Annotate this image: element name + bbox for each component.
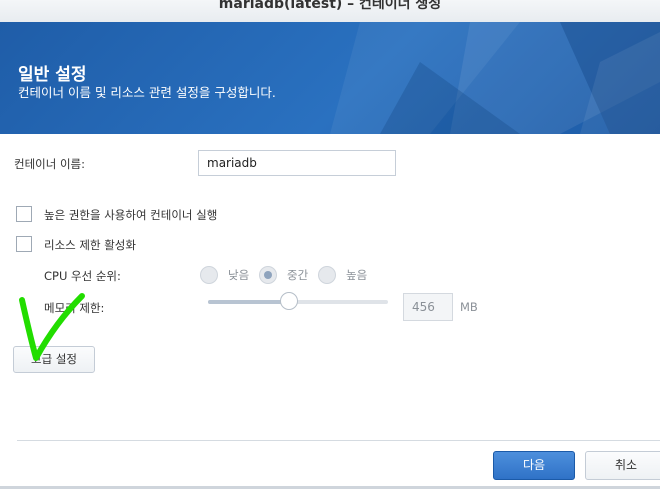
next-button[interactable]: 다음	[493, 451, 575, 480]
footer-divider	[17, 440, 660, 441]
privileged-label: 높은 권한을 사용하여 컨테이너 실행	[44, 208, 218, 222]
memory-slider-thumb[interactable]	[280, 292, 298, 310]
resource-limit-label: 리소스 제한 활성화	[44, 238, 136, 252]
cpu-medium-label: 중간	[287, 268, 309, 282]
cancel-button[interactable]: 취소	[585, 451, 660, 480]
privileged-checkbox[interactable]	[16, 206, 32, 222]
memory-unit-label: MB	[460, 300, 478, 314]
memory-value-input[interactable]: 456	[403, 293, 453, 321]
window-titlebar: mariadb(latest) – 컨테이너 생성	[0, 0, 660, 23]
memory-slider-track[interactable]	[208, 300, 388, 304]
cpu-low-label: 낮음	[228, 268, 250, 282]
memory-limit-label: 메모리 제한:	[44, 301, 105, 315]
window-title: mariadb(latest) – 컨테이너 생성	[218, 0, 442, 12]
banner-pattern	[330, 22, 660, 134]
cpu-low-radio[interactable]	[200, 266, 218, 284]
memory-slider-fill	[208, 300, 289, 304]
cpu-priority-label: CPU 우선 순위:	[44, 269, 121, 283]
cpu-high-radio[interactable]	[318, 266, 336, 284]
cpu-medium-radio[interactable]	[259, 266, 277, 284]
advanced-settings-button[interactable]: 고급 설정	[13, 346, 95, 373]
page-subtitle: 컨테이너 이름 및 리소스 관련 설정을 구성합니다.	[18, 85, 276, 100]
container-name-label: 컨테이너 이름:	[14, 157, 86, 171]
cpu-high-label: 높음	[346, 268, 368, 282]
header-banner: 일반 설정 컨테이너 이름 및 리소스 관련 설정을 구성합니다.	[0, 22, 660, 134]
resource-limit-checkbox[interactable]	[16, 236, 32, 252]
container-name-input[interactable]: mariadb	[198, 150, 396, 176]
